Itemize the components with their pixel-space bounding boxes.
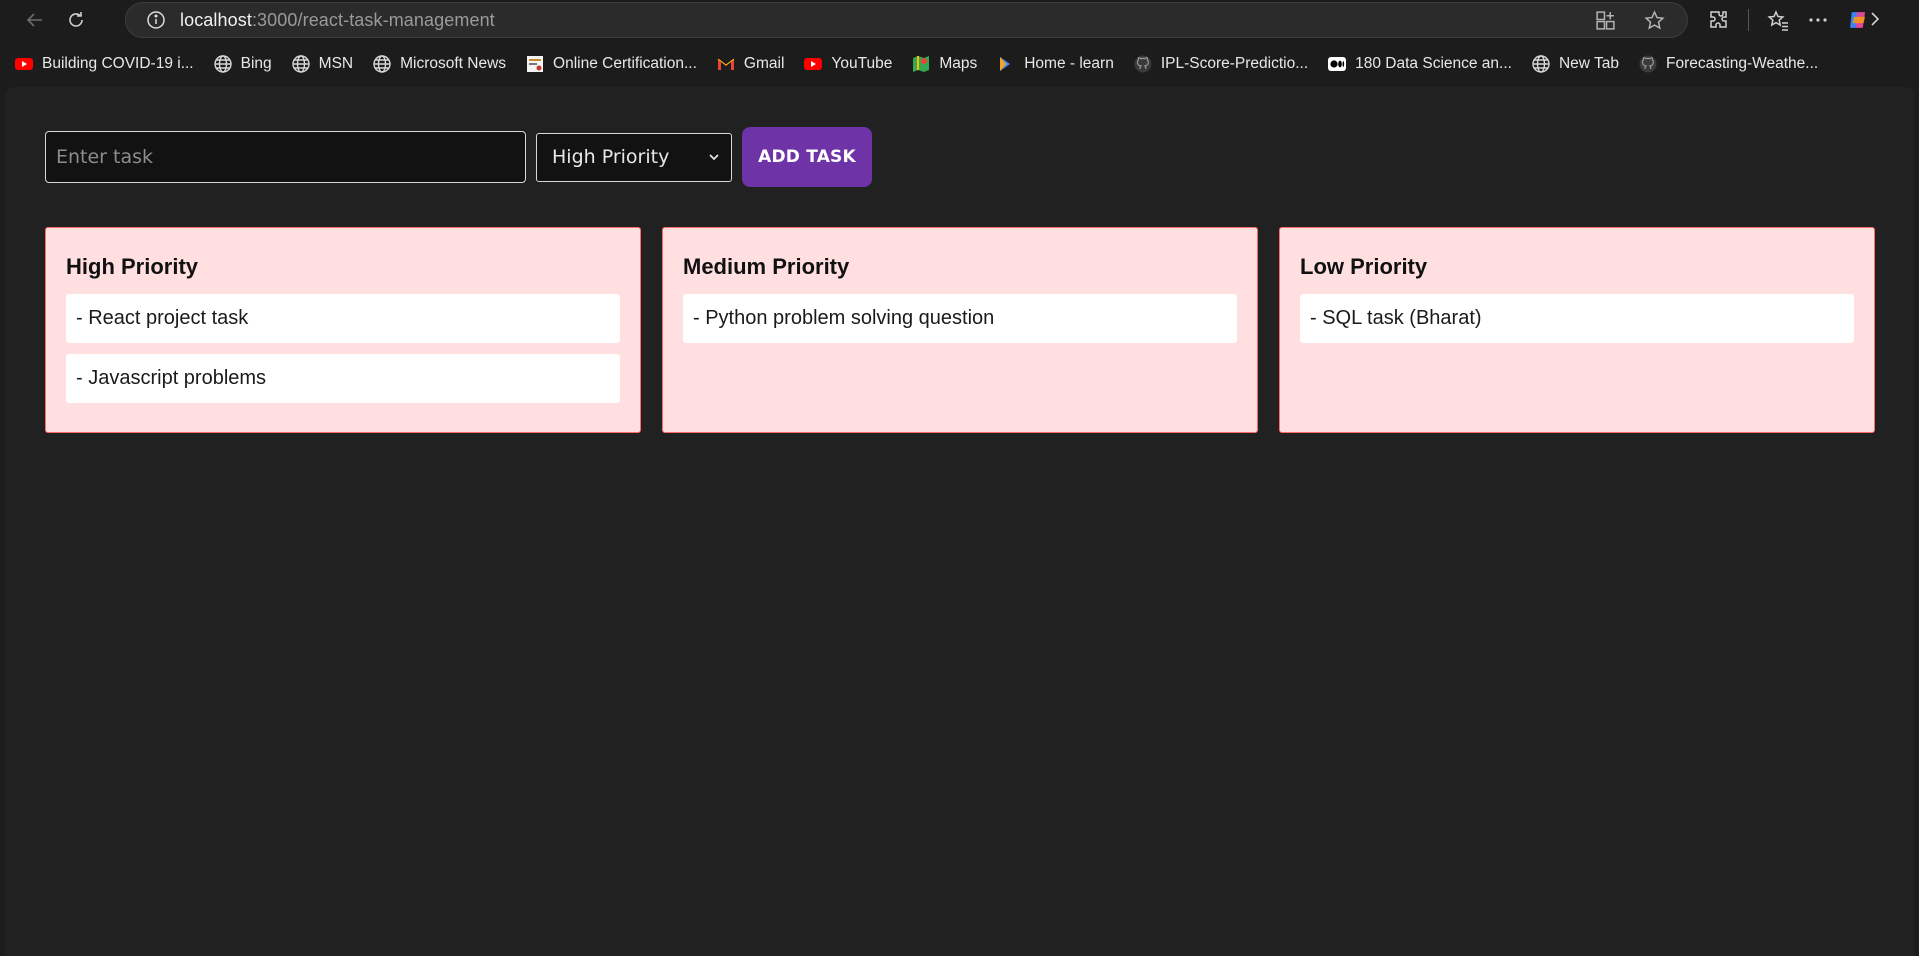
info-icon[interactable] [146,10,166,30]
priority-column: Medium Priority - Python problem solving … [662,227,1258,433]
bookmark-item[interactable]: Forecasting-Weathe... [1638,48,1828,80]
more-options-icon[interactable] [1807,9,1829,31]
task-card[interactable]: - Python problem solving question [683,294,1237,343]
priority-column: Low Priority - SQL task (Bharat) [1279,227,1875,433]
task-input[interactable] [45,131,526,183]
priority-column: High Priority - React project task - Javas… [45,227,641,433]
bookmark-item[interactable]: Building COVID-19 i... [14,48,204,80]
star-icon[interactable] [1644,10,1665,31]
reload-button[interactable] [58,2,94,38]
bookmarks-overflow-button[interactable] [1865,10,1883,33]
priority-select-value: High Priority [552,146,670,168]
bookmark-item[interactable]: Microsoft News [372,48,516,80]
bookmark-label: 180 Data Science an... [1355,55,1512,72]
browser-tools [1708,2,1869,38]
bookmark-label: Maps [939,55,978,72]
bookmark-item[interactable]: New Tab [1531,48,1629,80]
bookmark-label: MSN [318,55,354,72]
url-text[interactable]: localhost:3000/react-task-management [180,10,495,31]
extensions-icon[interactable] [1708,9,1730,31]
globe-icon [291,54,311,74]
chevron-down-icon [709,153,719,160]
bookmark-item[interactable]: Online Certification... [525,48,707,80]
bookmark-label: Online Certification... [553,55,697,72]
globe-icon [372,54,392,74]
url-host: localhost [180,9,252,30]
globe-icon [213,54,233,74]
maps-icon [911,54,931,74]
address-bar[interactable]: localhost:3000/react-task-management [125,2,1688,38]
learn-icon [996,54,1016,74]
medium-icon [1327,54,1347,74]
column-title: Medium Priority [683,254,850,279]
github-icon [1638,54,1658,74]
back-button[interactable] [17,2,53,38]
bookmark-label: Microsoft News [400,55,507,72]
bookmark-label: New Tab [1558,55,1619,72]
certificate-icon [525,54,545,74]
priority-select[interactable]: High Priority [536,132,732,182]
bookmark-label: Bing [240,55,272,72]
bookmark-label: Forecasting-Weathe... [1666,55,1819,72]
bookmark-label: IPL-Score-Predictio... [1160,55,1309,72]
column-title: High Priority [66,254,199,279]
url-path: :3000/react-task-management [251,9,495,30]
bookmark-label: Building COVID-19 i... [42,55,194,72]
page-viewport: High Priority ADD TASK High Priority - Re… [5,87,1914,956]
gmail-icon [716,54,736,74]
task-card[interactable]: - SQL task (Bharat) [1300,294,1854,343]
column-title: Low Priority [1300,254,1428,279]
bookmark-item[interactable]: Gmail [716,48,794,80]
github-icon [1133,54,1153,74]
add-task-button[interactable]: ADD TASK [742,127,872,187]
priority-columns: High Priority - React project task - Javas… [45,227,1875,433]
bookmark-label: Home - learn [1024,55,1114,72]
toolbar-divider [1748,9,1749,31]
task-card[interactable]: - Javascript problems [66,354,620,403]
youtube-icon [803,54,823,74]
favorites-icon[interactable] [1767,9,1789,31]
globe-icon [1531,54,1551,74]
app-available-icon[interactable] [1595,10,1616,31]
bookmark-item[interactable]: IPL-Score-Predictio... [1133,48,1318,80]
youtube-icon [14,54,34,74]
bookmark-item[interactable]: 180 Data Science an... [1327,48,1522,80]
reload-icon [69,12,83,27]
task-card[interactable]: - React project task [66,294,620,343]
bookmarks-bar: Building COVID-19 i... Bing MSN Microsoft N… [0,44,1919,84]
bookmark-label: Gmail [743,55,785,72]
bookmark-item[interactable]: YouTube [803,48,902,80]
task-form: High Priority ADD TASK [45,127,872,187]
bookmark-item[interactable]: MSN [291,48,363,80]
arrow-left-icon [26,13,42,27]
bookmark-label: YouTube [831,55,893,72]
bookmark-item[interactable]: Home - learn [996,48,1124,80]
bookmark-item[interactable]: Maps [911,48,987,80]
bookmark-item[interactable]: Bing [213,48,282,80]
chevron-right-icon [1871,12,1880,26]
